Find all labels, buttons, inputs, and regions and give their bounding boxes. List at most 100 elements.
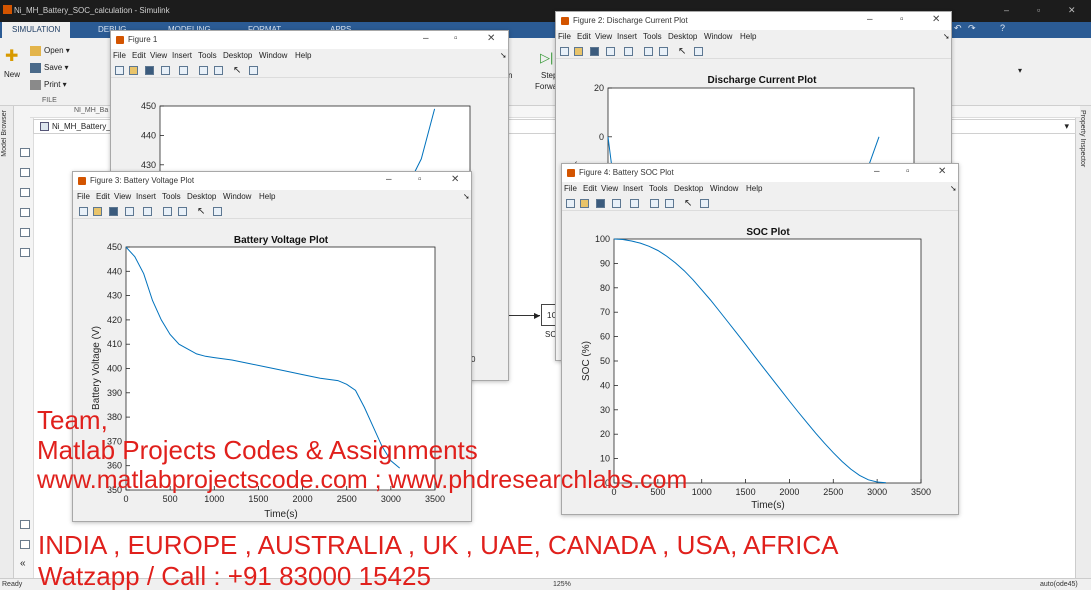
close-icon[interactable]: ✕ <box>1068 5 1076 16</box>
undo-icon[interactable]: ↶ <box>954 23 962 34</box>
menu-insert[interactable]: Insert <box>172 51 192 60</box>
open-icon[interactable] <box>580 199 589 208</box>
menu-tools[interactable]: Tools <box>162 192 181 201</box>
menubar-arrow-icon[interactable]: ➘ <box>950 184 957 193</box>
maximize-icon[interactable]: ▫ <box>418 174 422 185</box>
menu-file[interactable]: File <box>558 32 571 41</box>
ribbon-expand-icon[interactable]: ▾ <box>1018 66 1022 75</box>
open-icon[interactable] <box>93 207 102 216</box>
property-inspector-tab[interactable]: Property Inspector <box>1075 106 1091 580</box>
open-icon[interactable] <box>574 47 583 56</box>
figure-4-window[interactable]: Figure 4: Battery SOC Plot – ▫ ✕ File Ed… <box>561 163 959 515</box>
menubar-arrow-icon[interactable]: ➘ <box>500 51 507 60</box>
solver-name[interactable]: auto(ode45) <box>1040 581 1078 588</box>
menu-desktop[interactable]: Desktop <box>668 32 697 41</box>
menu-help[interactable]: Help <box>259 192 275 201</box>
area-icon[interactable] <box>20 248 30 257</box>
legend-icon[interactable] <box>665 199 674 208</box>
menu-edit[interactable]: Edit <box>577 32 591 41</box>
pointer-icon[interactable]: ↖ <box>233 65 241 76</box>
help-icon[interactable]: ? <box>1000 23 1005 33</box>
menu-desktop[interactable]: Desktop <box>674 184 703 193</box>
menu-file[interactable]: File <box>564 184 577 193</box>
breadcrumb-model[interactable]: Ni_MH_Battery_ <box>52 122 111 131</box>
save-button[interactable]: Save ▾ <box>30 63 68 73</box>
colorbar-icon[interactable] <box>644 47 653 56</box>
menu-tools[interactable]: Tools <box>198 51 217 60</box>
print-icon[interactable] <box>161 66 170 75</box>
redo-icon[interactable]: ↷ <box>968 23 976 34</box>
menu-view[interactable]: View <box>150 51 167 60</box>
menu-insert[interactable]: Insert <box>617 32 637 41</box>
camera-icon[interactable] <box>20 520 30 529</box>
menu-insert[interactable]: Insert <box>623 184 643 193</box>
menu-help[interactable]: Help <box>746 184 762 193</box>
close-icon[interactable]: ✕ <box>487 33 495 44</box>
link-plot-icon[interactable] <box>624 47 633 56</box>
model-browser-tab[interactable]: Model Browser <box>0 106 14 580</box>
colorbar-icon[interactable] <box>163 207 172 216</box>
save-icon[interactable] <box>590 47 599 56</box>
menu-tools[interactable]: Tools <box>649 184 668 193</box>
menu-desktop[interactable]: Desktop <box>223 51 252 60</box>
menu-file[interactable]: File <box>77 192 90 201</box>
link-plot-icon[interactable] <box>630 199 639 208</box>
arrow-icon[interactable] <box>20 188 30 197</box>
minimize-icon[interactable]: – <box>423 33 429 44</box>
new-figure-icon[interactable] <box>560 47 569 56</box>
minimize-icon[interactable]: – <box>386 174 392 185</box>
fit-view-icon[interactable] <box>20 168 30 177</box>
collapse-icon[interactable]: « <box>20 558 26 569</box>
colorbar-icon[interactable] <box>650 199 659 208</box>
open-icon[interactable] <box>129 66 138 75</box>
close-icon[interactable]: ✕ <box>451 174 459 185</box>
link-plot-icon[interactable] <box>143 207 152 216</box>
image-icon[interactable] <box>20 228 30 237</box>
pointer-icon[interactable]: ↖ <box>684 198 692 209</box>
menu-edit[interactable]: Edit <box>583 184 597 193</box>
property-editor-icon[interactable] <box>213 207 222 216</box>
new-figure-icon[interactable] <box>566 199 575 208</box>
print-button[interactable]: Print ▾ <box>30 80 67 90</box>
colorbar-icon[interactable] <box>199 66 208 75</box>
pointer-icon[interactable]: ↖ <box>197 206 205 217</box>
new-figure-icon[interactable] <box>79 207 88 216</box>
property-editor-icon[interactable] <box>249 66 258 75</box>
new-figure-icon[interactable] <box>115 66 124 75</box>
zoom-icon[interactable] <box>20 148 30 157</box>
info-icon[interactable] <box>20 540 30 549</box>
menu-window[interactable]: Window <box>710 184 738 193</box>
step-forward-icon[interactable]: ▷| <box>540 50 553 66</box>
menu-help[interactable]: Help <box>740 32 756 41</box>
maximize-icon[interactable]: ▫ <box>906 166 910 177</box>
legend-icon[interactable] <box>178 207 187 216</box>
menu-view[interactable]: View <box>595 32 612 41</box>
menu-window[interactable]: Window <box>259 51 287 60</box>
minimize-icon[interactable]: – <box>867 14 873 25</box>
maximize-icon[interactable]: ▫ <box>1037 5 1040 15</box>
minimize-icon[interactable]: – <box>1004 5 1009 15</box>
menu-edit[interactable]: Edit <box>132 51 146 60</box>
save-icon[interactable] <box>109 207 118 216</box>
open-button[interactable]: Open ▾ <box>30 46 70 56</box>
maximize-icon[interactable]: ▫ <box>454 33 458 44</box>
link-plot-icon[interactable] <box>179 66 188 75</box>
close-icon[interactable]: ✕ <box>932 14 940 25</box>
menu-view[interactable]: View <box>601 184 618 193</box>
print-icon[interactable] <box>606 47 615 56</box>
menu-window[interactable]: Window <box>223 192 251 201</box>
property-editor-icon[interactable] <box>694 47 703 56</box>
print-icon[interactable] <box>125 207 134 216</box>
legend-icon[interactable] <box>659 47 668 56</box>
pointer-icon[interactable]: ↖ <box>678 46 686 57</box>
maximize-icon[interactable]: ▫ <box>900 14 904 25</box>
close-icon[interactable]: ✕ <box>938 166 946 177</box>
minimize-icon[interactable]: – <box>874 166 880 177</box>
menu-window[interactable]: Window <box>704 32 732 41</box>
menu-desktop[interactable]: Desktop <box>187 192 216 201</box>
menu-view[interactable]: View <box>114 192 131 201</box>
menu-file[interactable]: File <box>113 51 126 60</box>
property-editor-icon[interactable] <box>700 199 709 208</box>
print-icon[interactable] <box>612 199 621 208</box>
menubar-arrow-icon[interactable]: ➘ <box>943 32 950 41</box>
